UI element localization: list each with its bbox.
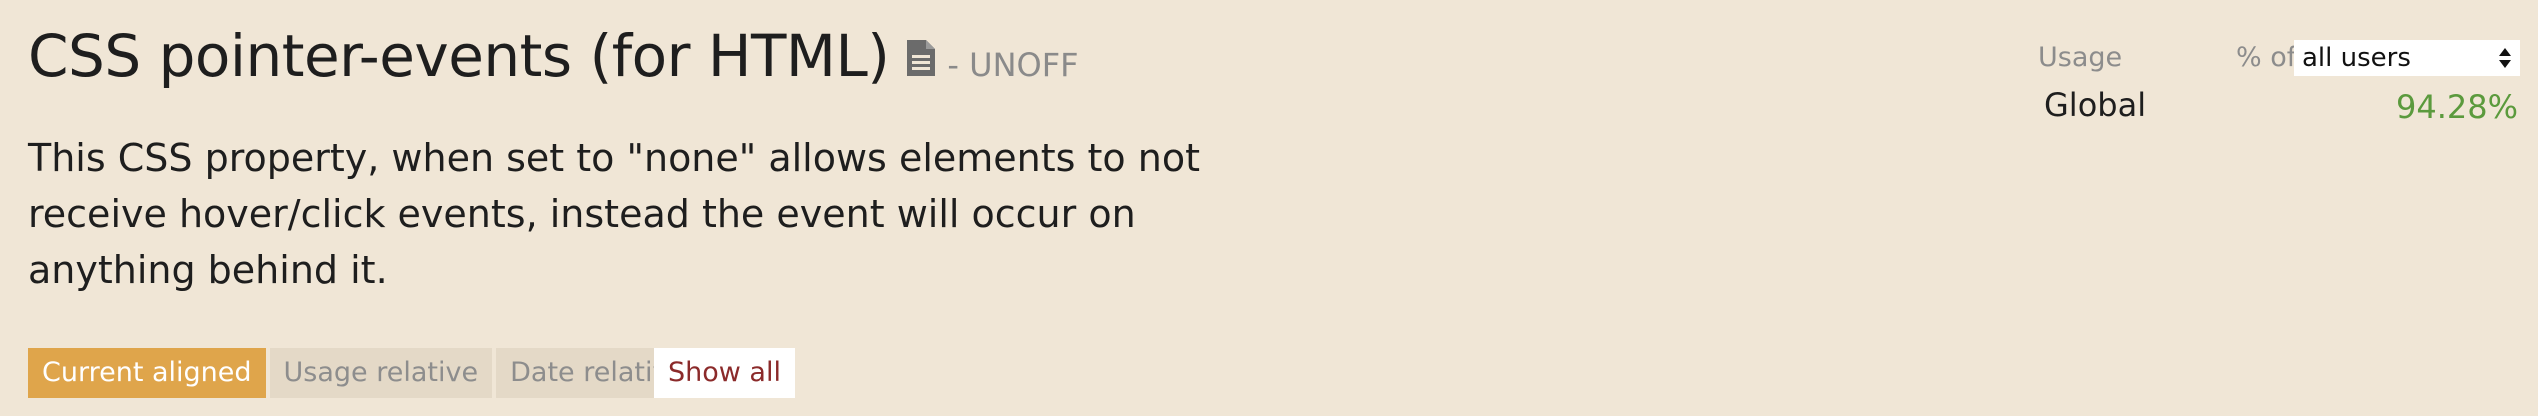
tab-usage-relative[interactable]: Usage relative (269, 348, 493, 398)
show-all-button[interactable]: Show all (654, 348, 795, 398)
document-icon[interactable] (905, 38, 937, 78)
users-select[interactable]: all users (2294, 40, 2520, 76)
select-arrows-icon (2499, 48, 2511, 68)
global-usage-percent: 94.28% (2395, 88, 2518, 126)
region-label: Global (2044, 86, 2147, 124)
page-title: CSS pointer-events (for HTML) (28, 22, 890, 90)
spec-status: - UNOFF (947, 46, 1079, 84)
view-tabs: Current aligned Usage relative Date rela… (28, 348, 700, 398)
usage-label: Usage (2038, 42, 2123, 73)
users-select-value: all users (2302, 43, 2411, 73)
percent-of-label: % of (2236, 42, 2297, 73)
feature-description: This CSS property, when set to "none" al… (28, 136, 1200, 292)
feature-header: CSS pointer-events (for HTML) - UNOFF (28, 22, 1079, 90)
tab-current-aligned[interactable]: Current aligned (28, 348, 266, 398)
